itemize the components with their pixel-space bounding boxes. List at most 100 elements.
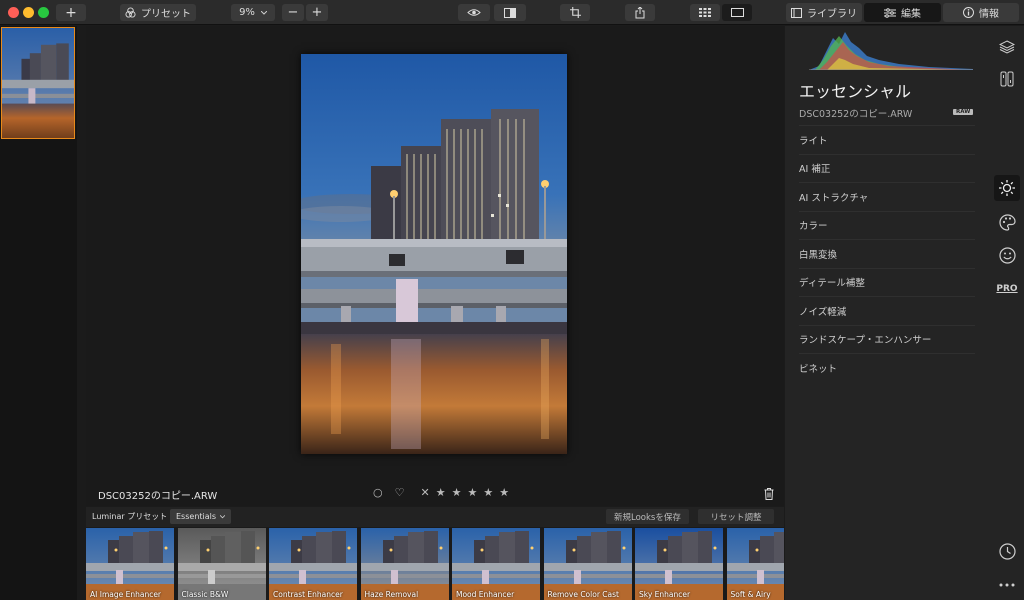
rating-controls: ○ ♡ ✕ ★ ★ ★ ★ ★ <box>373 486 509 499</box>
info-icon <box>963 7 974 18</box>
preview-button[interactable] <box>458 4 490 21</box>
preset-thumbnail[interactable]: AI Image Enhancer <box>86 528 174 600</box>
share-icon <box>635 6 645 18</box>
essentials-button[interactable] <box>994 175 1020 201</box>
heart-icon[interactable]: ♡ <box>395 486 405 499</box>
tool-item[interactable]: カラー <box>799 210 975 240</box>
pro-button[interactable]: PRO <box>994 276 1020 302</box>
star-4-icon[interactable]: ★ <box>483 486 493 499</box>
preset-name: Soft & Airy <box>730 590 771 599</box>
single-image-icon <box>730 8 744 17</box>
tab-library-label: ライブラリ <box>807 9 857 20</box>
presets-label: プリセット <box>141 9 191 20</box>
tool-item[interactable]: ランドスケープ・エンハンサー <box>799 324 975 354</box>
tool-item[interactable]: AI 補正 <box>799 153 975 183</box>
canvas-tools-button[interactable] <box>994 66 1020 92</box>
edit-panel: エッセンシャル DSC03252のコピー.ARW RAW ライト AI 補正 AI … <box>785 26 990 600</box>
histogram <box>809 32 973 70</box>
save-looks-label: 新規Looksを保存 <box>614 512 681 523</box>
tool-item-label: ランドスケープ・エンハンサー <box>799 335 932 347</box>
preset-strip: AI Image Enhancer Classic B&W Contrast Enh… <box>86 527 784 600</box>
compare-button[interactable] <box>494 4 526 21</box>
zoom-out-button[interactable]: − <box>282 4 304 21</box>
preset-name: Mood Enhancer <box>456 590 515 599</box>
grid-view-button[interactable] <box>690 4 720 21</box>
luminar-window: + プリセット 9% − + ライブラリ 編集 情報 DSC03252のコピー.… <box>0 0 1024 600</box>
window-minimize-button[interactable] <box>23 7 34 18</box>
layers-icon <box>999 40 1015 54</box>
window-close-button[interactable] <box>8 7 19 18</box>
tool-item-label: ノイズ軽減 <box>799 306 847 318</box>
eye-icon <box>467 9 481 16</box>
zoom-in-button[interactable]: + <box>306 4 328 21</box>
history-button[interactable] <box>994 538 1020 564</box>
crop-icon <box>569 7 581 18</box>
tool-sidebar: PRO <box>990 26 1024 600</box>
preset-thumbnail[interactable]: Classic B&W <box>177 528 266 600</box>
preset-category-select[interactable]: Essentials <box>170 509 232 524</box>
layers-button[interactable] <box>994 34 1020 60</box>
preset-thumbnail[interactable]: Contrast Enhancer <box>269 528 357 600</box>
top-toolbar: + プリセット 9% − + ライブラリ 編集 情報 <box>0 0 1024 25</box>
tool-item-label: ディテール補整 <box>799 278 865 290</box>
tool-item-label: AI ストラクチャ <box>799 192 869 204</box>
smiley-icon <box>998 246 1016 264</box>
zoom-value: 9% <box>239 7 255 18</box>
preset-thumbnail[interactable]: Remove Color Cast <box>543 528 632 600</box>
presets-header: Luminar プリセット Essentials 新規Looksを保存 リセット… <box>86 507 784 527</box>
trash-icon[interactable] <box>764 488 774 500</box>
add-button[interactable]: + <box>56 4 86 21</box>
main-photo[interactable] <box>301 54 567 454</box>
tab-library[interactable]: ライブラリ <box>786 3 862 22</box>
single-view-button[interactable] <box>722 4 752 21</box>
tab-edit-label: 編集 <box>901 9 921 20</box>
star-1-icon[interactable]: ★ <box>436 486 446 499</box>
reset-adjustments-label: リセット調整 <box>710 512 762 523</box>
flag-icon[interactable]: ○ <box>373 486 383 499</box>
chevron-down-icon <box>220 514 226 518</box>
crop-button[interactable] <box>560 4 590 21</box>
pro-label: PRO <box>996 284 1018 294</box>
preset-thumbnail[interactable]: Soft & Airy <box>726 528 784 600</box>
preset-name: Sky Enhancer <box>639 590 691 599</box>
add-label: + <box>65 4 77 21</box>
zoom-minus-label: − <box>287 5 299 20</box>
star-5-icon[interactable]: ★ <box>499 486 509 499</box>
tool-item[interactable]: AI ストラクチャ <box>799 182 975 211</box>
sliders-icon <box>884 7 896 18</box>
star-2-icon[interactable]: ★ <box>452 486 462 499</box>
sun-icon <box>999 180 1015 196</box>
tool-item[interactable]: ディテール補整 <box>799 267 975 297</box>
image-canvas[interactable] <box>86 26 784 506</box>
presets-icon <box>125 7 136 18</box>
preset-category-value: Essentials <box>176 512 217 521</box>
creative-button[interactable] <box>994 209 1020 235</box>
window-zoom-button[interactable] <box>38 7 49 18</box>
tool-item[interactable]: ノイズ軽減 <box>799 296 975 325</box>
portrait-button[interactable] <box>994 242 1020 268</box>
preset-thumbnail[interactable]: Sky Enhancer <box>635 528 723 600</box>
more-button[interactable] <box>994 572 1020 598</box>
tab-info[interactable]: 情報 <box>943 3 1019 22</box>
canvas-icon <box>1000 71 1014 87</box>
photo-image <box>301 54 567 454</box>
reject-icon[interactable]: ✕ <box>420 486 429 499</box>
star-3-icon[interactable]: ★ <box>467 486 477 499</box>
export-button[interactable] <box>625 4 655 21</box>
preset-thumbnail[interactable]: Mood Enhancer <box>452 528 540 600</box>
save-looks-button[interactable]: 新規Looksを保存 <box>606 509 689 524</box>
image-info-bar: DSC03252のコピー.ARW ○ ♡ ✕ ★ ★ ★ ★ ★ <box>86 484 784 504</box>
preset-thumbnail[interactable]: Haze Removal <box>360 528 449 600</box>
tool-item[interactable]: 白黒変換 <box>799 239 975 268</box>
presets-button[interactable]: プリセット <box>120 4 196 21</box>
clock-icon <box>998 542 1016 560</box>
tool-item[interactable]: ライト <box>799 125 975 154</box>
reset-adjustments-button[interactable]: リセット調整 <box>698 509 774 524</box>
zoom-select[interactable]: 9% <box>231 4 275 21</box>
preset-name: Haze Removal <box>364 590 419 599</box>
palette-icon <box>998 213 1016 231</box>
tab-info-label: 情報 <box>979 9 999 20</box>
tool-item[interactable]: ビネット <box>799 353 975 382</box>
tab-edit[interactable]: 編集 <box>864 3 941 22</box>
filmstrip-thumbnail[interactable] <box>1 27 75 139</box>
